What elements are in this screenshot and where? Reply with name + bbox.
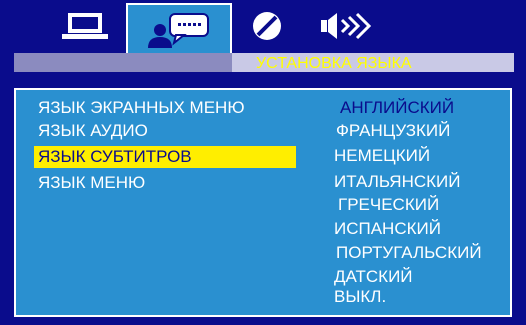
person-speech-icon	[148, 12, 209, 48]
tab-display-setup[interactable]	[40, 6, 130, 46]
monitor-icon	[62, 13, 108, 39]
menu-item-subtitle-language[interactable]: ЯЗЫК СУБТИТРОВ	[34, 146, 296, 168]
menu-item-osd-language[interactable]: ЯЗЫК ЭКРАННЫХ МЕНЮ	[38, 97, 245, 119]
option-portuguese[interactable]: ПОРТУГАЛЬСКИЙ	[336, 242, 482, 264]
tab-language-setup[interactable]	[126, 3, 232, 56]
menu-item-audio-language[interactable]: ЯЗЫК АУДИО	[38, 120, 148, 142]
tab-audio-setup[interactable]	[305, 6, 385, 46]
option-off[interactable]: ВЫКЛ.	[334, 286, 386, 308]
setup-screen: УСТАНОВКА ЯЗЫКА ЯЗЫК ЭКРАННЫХ МЕНЮ ЯЗЫК …	[0, 0, 526, 325]
option-english[interactable]: АНГЛИЙСКИЙ	[340, 97, 454, 119]
option-spanish[interactable]: ИСПАНСКИЙ	[334, 218, 441, 240]
speaker-icon	[321, 12, 372, 40]
tab-video-setup[interactable]	[232, 6, 302, 46]
option-german[interactable]: НЕМЕЦКИЙ	[334, 145, 430, 167]
title-strip-left	[14, 53, 238, 72]
option-greek[interactable]: ГРЕЧЕСКИЙ	[338, 194, 439, 216]
option-italian[interactable]: ИТАЛЬЯНСКИЙ	[334, 171, 460, 193]
option-french[interactable]: ФРАНЦУЗКИЙ	[336, 120, 450, 142]
menu-item-menu-language[interactable]: ЯЗЫК МЕНЮ	[38, 172, 145, 194]
option-danish[interactable]: ДАТСКИЙ	[334, 266, 413, 288]
disc-icon	[253, 12, 281, 40]
page-title: УСТАНОВКА ЯЗЫКА	[256, 55, 412, 72]
